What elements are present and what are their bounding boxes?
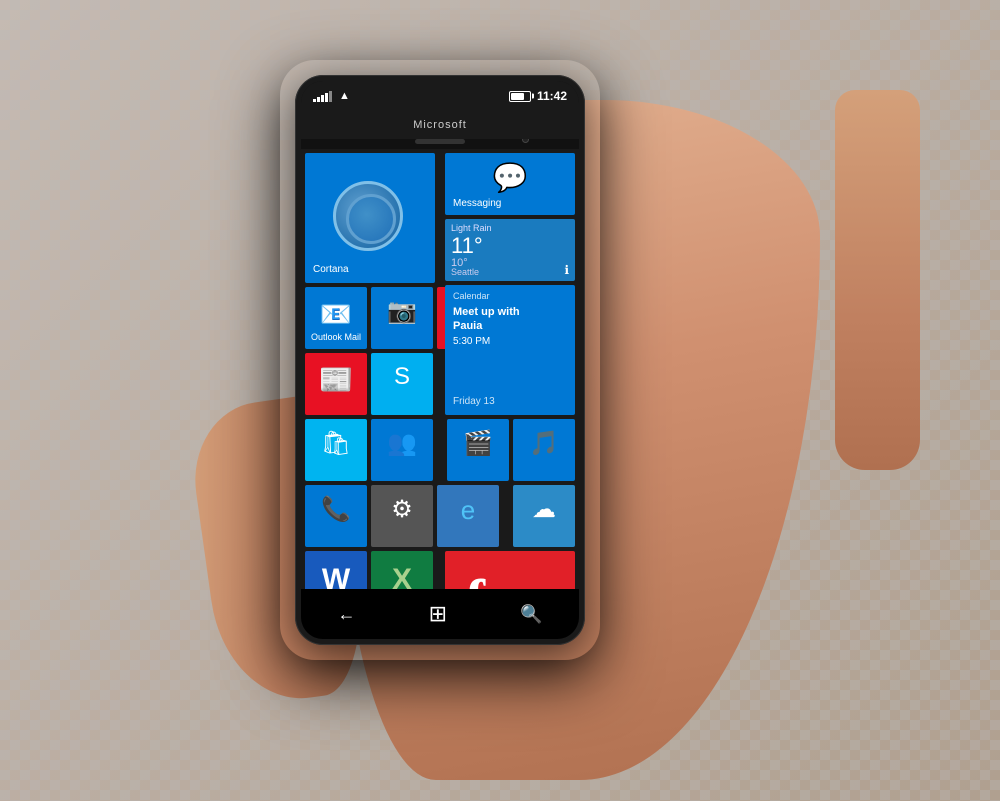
outlook-label: Outlook Mail: [311, 332, 361, 343]
outlook-icon: 📧: [320, 299, 352, 330]
weather-city: Seattle: [451, 267, 479, 277]
speaker-grill: [415, 139, 465, 144]
bar-1: [313, 99, 316, 102]
cortana-label: Cortana: [313, 264, 349, 275]
calendar-event: Meet up withPauia5:30 PM: [453, 305, 520, 348]
tile-messaging[interactable]: 💬 Messaging: [445, 153, 575, 215]
calendar-title: Calendar: [453, 291, 490, 301]
video-icon: 🎬: [463, 429, 493, 458]
nav-bar: ← ⊞ 🔍: [301, 589, 579, 639]
tile-people[interactable]: 👥: [371, 419, 433, 481]
cortana-inner-ring: [346, 194, 396, 244]
settings-icon: ⚙: [391, 495, 413, 524]
flipboard-f-icon: f: [465, 571, 485, 589]
tile-news[interactable]: 📰: [305, 353, 367, 415]
edge-icon: e: [461, 495, 475, 526]
music-icon: 🎵: [529, 429, 559, 458]
bar-3: [321, 95, 324, 102]
status-bar: ▲ 11:42: [301, 81, 579, 111]
cortana-outer-ring: [333, 181, 403, 251]
tile-settings[interactable]: ⚙: [371, 485, 433, 547]
bar-5: [329, 91, 332, 102]
webcam-icon: 📷: [387, 297, 417, 326]
phone-icon: 📞: [321, 495, 351, 524]
tile-edge[interactable]: e: [437, 485, 499, 547]
tile-video[interactable]: 🎬: [447, 419, 509, 481]
windows-button[interactable]: ⊞: [413, 593, 463, 635]
fingers: [835, 90, 920, 470]
tile-outlook[interactable]: 📧 Outlook Mail: [305, 287, 367, 349]
back-button[interactable]: ←: [322, 596, 372, 633]
tile-weather[interactable]: Light Rain 11° 10° Seattle ℹ: [445, 219, 575, 281]
bar-2: [317, 97, 320, 102]
skype-icon: S: [394, 363, 410, 391]
onedrive-icon: ☁: [532, 495, 556, 524]
tile-word[interactable]: W: [305, 551, 367, 589]
messaging-label: Messaging: [453, 198, 501, 209]
brand-text: Microsoft: [413, 119, 467, 131]
screen: Cortana 💬 Messaging Light Rain 11° 10° S…: [301, 149, 579, 589]
messaging-icon: 💬: [493, 161, 528, 194]
store-icon: 🛍: [321, 429, 351, 458]
tile-cortana[interactable]: Cortana: [305, 153, 435, 283]
word-w-icon: W: [322, 563, 350, 589]
people-icon: 👥: [387, 429, 417, 458]
signal-bars: [313, 90, 332, 102]
brand-bar: Microsoft: [301, 111, 579, 139]
tile-excel[interactable]: X: [371, 551, 433, 589]
clock: 11:42: [537, 89, 567, 103]
wifi-icon: ▲: [339, 90, 350, 102]
phone-face: Microsoft ▲: [301, 81, 579, 639]
tile-skype[interactable]: S: [371, 353, 433, 415]
tile-store[interactable]: 🛍: [305, 419, 367, 481]
news-icon: 📰: [319, 363, 354, 396]
calendar-time: 5:30 PM: [453, 336, 490, 347]
weather-temp-main: 11°: [451, 233, 483, 259]
calendar-date: Friday 13: [453, 396, 495, 407]
battery-fill: [511, 93, 525, 100]
tile-phone[interactable]: 📞: [305, 485, 367, 547]
status-left: ▲: [313, 90, 350, 102]
bar-4: [325, 93, 328, 102]
excel-x-icon: X: [392, 563, 412, 589]
weather-info-icon: ℹ: [564, 263, 569, 277]
status-right: 11:42: [509, 89, 567, 103]
battery-icon: [509, 91, 531, 102]
tiles-area: Cortana 💬 Messaging Light Rain 11° 10° S…: [301, 149, 579, 589]
phone-body: Microsoft ▲: [295, 75, 585, 645]
tile-webcam[interactable]: 📷: [371, 287, 433, 349]
tile-onedrive[interactable]: ☁: [513, 485, 575, 547]
tile-calendar[interactable]: Calendar Meet up withPauia5:30 PM Friday…: [445, 285, 575, 415]
tile-music[interactable]: 🎵: [513, 419, 575, 481]
scene: Microsoft ▲: [0, 0, 1000, 801]
search-button[interactable]: 🔍: [504, 596, 558, 633]
weather-condition: Light Rain: [451, 223, 492, 233]
tile-flipboard[interactable]: f: [445, 551, 575, 589]
